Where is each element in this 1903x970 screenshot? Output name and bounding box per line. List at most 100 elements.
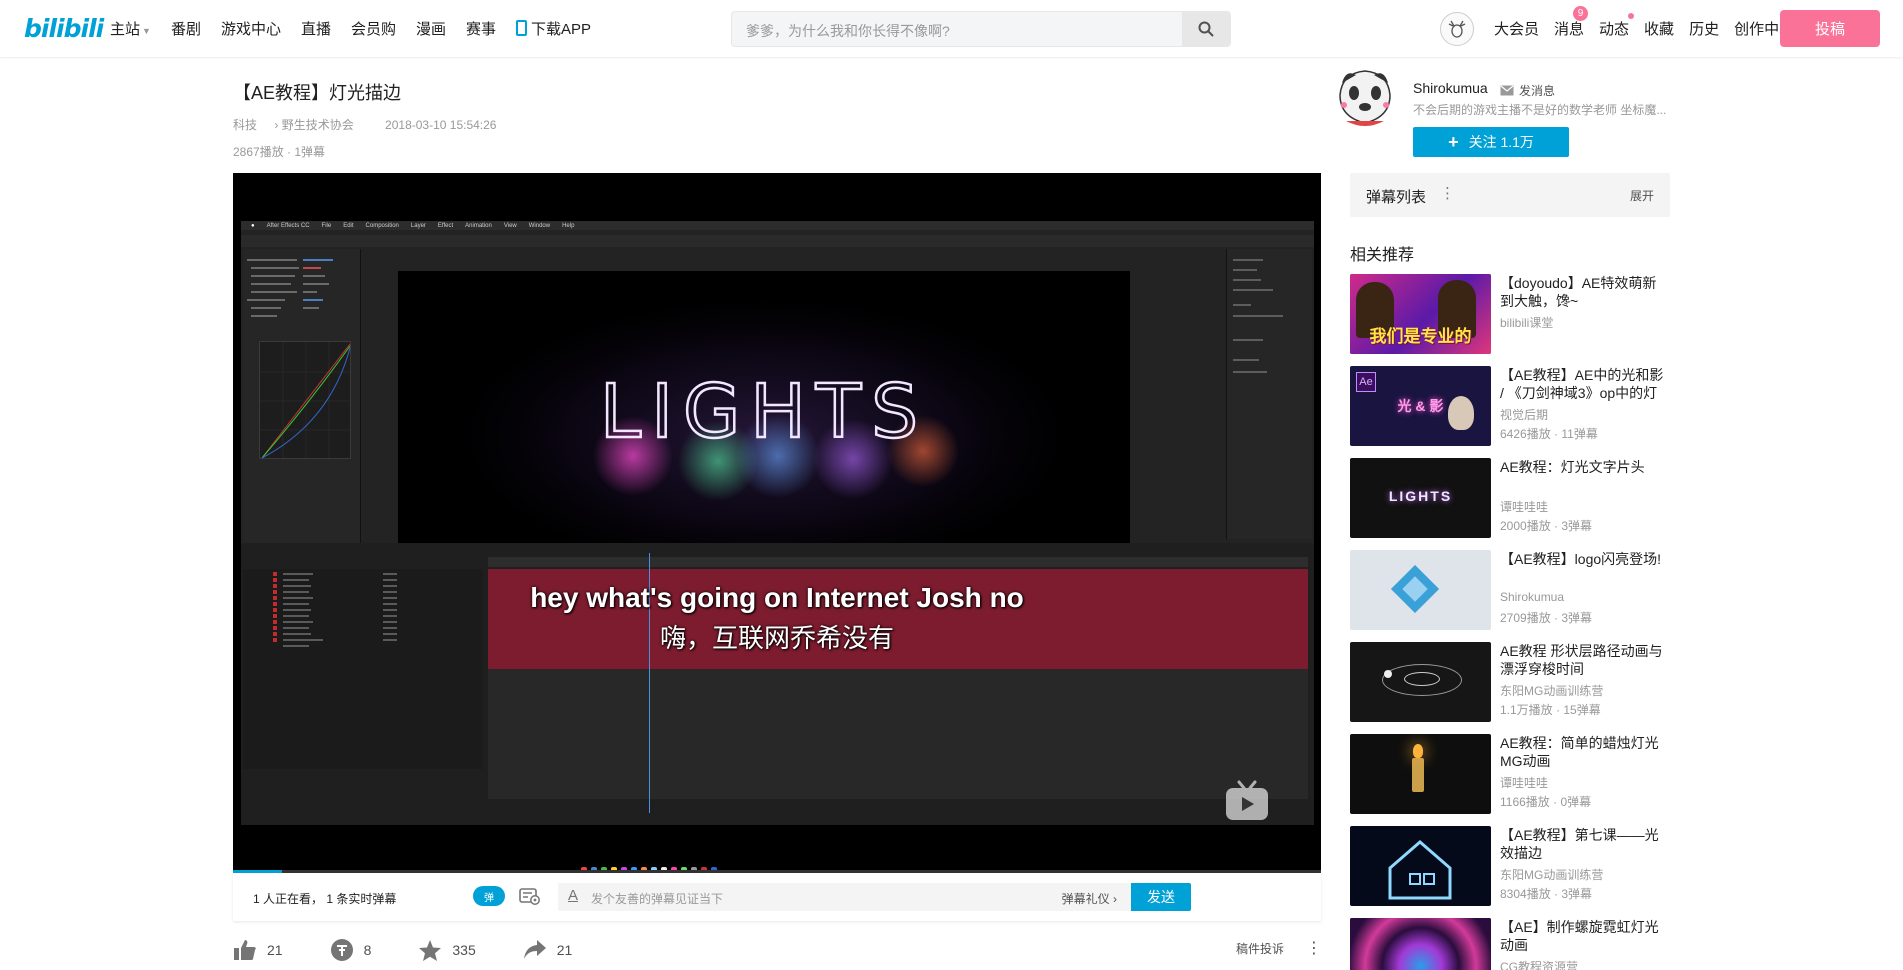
follow-button[interactable]: + 关注 1.1万 bbox=[1413, 127, 1569, 157]
related-video-thumbnail[interactable]: Ae 光 & 影 bbox=[1350, 366, 1491, 446]
report-link[interactable]: 稿件投诉 bbox=[1236, 940, 1284, 957]
search-input[interactable]: 爹爹，为什么我和你长得不像啊? bbox=[746, 21, 950, 41]
related-video-stats: 6426播放 · 11弹幕 bbox=[1500, 427, 1598, 441]
related-video-thumbnail[interactable]: LIGHTS bbox=[1350, 458, 1491, 538]
related-video-title[interactable]: 【AE教程】第七课——光效描边 bbox=[1500, 826, 1670, 862]
nav-game-center[interactable]: 游戏中心 bbox=[221, 18, 281, 39]
bilibili-tv-icon bbox=[1226, 780, 1268, 820]
related-video-uploader[interactable]: 东阳MG动画训练营 bbox=[1500, 682, 1603, 699]
uploader-name[interactable]: Shirokumua bbox=[1413, 80, 1488, 96]
nav-manga[interactable]: 漫画 bbox=[416, 18, 446, 39]
nav-main-site[interactable]: 主站 ▼ bbox=[110, 18, 151, 39]
uploader-avatar[interactable] bbox=[1332, 65, 1398, 131]
video-title: 【AE教程】灯光描边 bbox=[233, 83, 402, 103]
search-icon bbox=[1198, 21, 1214, 37]
video-stats: 2867播放 · 1弹幕 bbox=[233, 145, 326, 159]
related-video-thumbnail[interactable] bbox=[1350, 642, 1491, 722]
related-video-item[interactable]: AE教程 形状层路径动画与漂浮穿梭时间 东阳MG动画训练营 1.1万播放 · 15弹… bbox=[1350, 642, 1670, 734]
nav-live[interactable]: 直播 bbox=[301, 18, 331, 39]
favorite-button[interactable]: 335 bbox=[418, 939, 476, 962]
nav-favorites[interactable]: 收藏 bbox=[1644, 18, 1674, 39]
phone-icon bbox=[516, 20, 528, 36]
dynamics-dot bbox=[1628, 13, 1635, 19]
nav-download-app[interactable]: 下载APP bbox=[516, 18, 591, 39]
ae-timeline-empty bbox=[488, 669, 1308, 799]
related-section-title: 相关推荐 bbox=[1350, 247, 1415, 264]
related-video-uploader[interactable]: 谭哇哇哇 bbox=[1500, 498, 1548, 515]
kebab-menu-icon[interactable]: ⋮ bbox=[1440, 184, 1455, 202]
follow-label: 关注 1.1万 bbox=[1468, 134, 1534, 150]
danmaku-bar: 1 人正在看， 1 条实时弹幕 弹 A 发个友善的弹幕见证当下 弹幕礼仪 › 发… bbox=[233, 873, 1321, 921]
related-video-thumbnail[interactable] bbox=[1350, 826, 1491, 906]
related-video-item[interactable]: LIGHTS AE教程：灯光文字片头 谭哇哇哇 2000播放 · 3弹幕 bbox=[1350, 458, 1670, 550]
related-video-item[interactable]: 我们是专业的 【doyoudo】AE特效萌新到大触，馋~ bilibili课堂 bbox=[1350, 274, 1670, 366]
ae-menubar: ● After Effects CC File Edit Composition Laye… bbox=[241, 221, 1314, 230]
related-video-item[interactable]: 【AE教程】第七课——光效描边 东阳MG动画训练营 8304播放 · 3弹幕 bbox=[1350, 826, 1670, 918]
search-box: 爹爹，为什么我和你长得不像啊? bbox=[731, 11, 1231, 47]
search-button[interactable] bbox=[1182, 12, 1230, 46]
related-video-item[interactable]: 【AE】制作螺旋霓虹灯光动画 CG教程资源营 bbox=[1350, 918, 1670, 970]
related-video-title[interactable]: AE教程 形状层路径动画与漂浮穿梭时间 bbox=[1500, 642, 1670, 678]
danmaku-toggle[interactable]: 弹 bbox=[473, 886, 505, 906]
danmaku-list-title: 弹幕列表 bbox=[1366, 189, 1427, 206]
danmaku-input[interactable]: A 发个友善的弹幕见证当下 弹幕礼仪 › bbox=[558, 883, 1131, 911]
related-video-title[interactable]: 【AE】制作螺旋霓虹灯光动画 bbox=[1500, 918, 1670, 954]
video-player[interactable]: ● After Effects CC File Edit Composition Laye… bbox=[233, 173, 1321, 873]
coin-button[interactable]: 8 bbox=[330, 938, 372, 962]
related-video-stats: 1166播放 · 0弹幕 bbox=[1500, 795, 1592, 809]
font-style-icon[interactable]: A bbox=[568, 887, 578, 904]
related-video-title[interactable]: 【AE教程】AE中的光和影 / 《刀剑神域3》op中的灯 bbox=[1500, 366, 1670, 402]
coin-count: 8 bbox=[363, 942, 372, 958]
ae-right-panel bbox=[1226, 249, 1312, 539]
related-video-uploader[interactable]: bilibili课堂 bbox=[1500, 314, 1553, 331]
danmaku-list-header[interactable]: 弹幕列表 ⋮ 展开 bbox=[1350, 173, 1670, 217]
nav-dynamics[interactable]: 动态 bbox=[1599, 13, 1635, 39]
breadcrumb-category[interactable]: 科技 bbox=[233, 118, 257, 132]
related-video-item[interactable]: 【AE教程】logo闪亮登场! Shirokumua 2709播放 · 3弹幕 bbox=[1350, 550, 1670, 642]
thumbs-up-icon bbox=[234, 940, 256, 960]
danmaku-etiquette-link[interactable]: 弹幕礼仪 › bbox=[1062, 890, 1117, 907]
danmaku-settings-icon[interactable] bbox=[519, 886, 541, 906]
share-arrow-icon bbox=[523, 940, 546, 959]
subtitle-english: hey what's going on Internet Josh no bbox=[530, 582, 1024, 613]
like-button[interactable]: 21 bbox=[233, 939, 283, 961]
send-message-link[interactable]: 发消息 bbox=[1500, 82, 1555, 99]
related-video-thumbnail[interactable]: 我们是专业的 bbox=[1350, 274, 1491, 354]
thumbnail-text: 光 & 影 bbox=[1397, 398, 1444, 414]
breadcrumb-subcategory[interactable]: 野生技术协会 bbox=[282, 118, 354, 132]
related-video-uploader[interactable]: 东阳MG动画训练营 bbox=[1500, 866, 1603, 883]
more-options-icon[interactable]: ⋮ bbox=[1306, 938, 1322, 958]
upload-button[interactable]: 投稿 bbox=[1780, 10, 1880, 47]
top-navbar: bilibili 主站 ▼ 番剧 游戏中心 直播 会员购 漫画 赛事 下载APP … bbox=[0, 0, 1903, 57]
related-video-uploader[interactable]: 谭哇哇哇 bbox=[1500, 774, 1548, 791]
nav-shop[interactable]: 会员购 bbox=[351, 18, 396, 39]
danmaku-list-expand[interactable]: 展开 bbox=[1630, 187, 1654, 204]
related-video-thumbnail[interactable] bbox=[1350, 734, 1491, 814]
related-video-uploader[interactable]: CG教程资源营 bbox=[1500, 958, 1578, 970]
related-list: 我们是专业的 【doyoudo】AE特效萌新到大触，馋~ bilibili课堂 Ae 光… bbox=[1350, 274, 1670, 970]
nav-messages[interactable]: 消息 9 bbox=[1554, 6, 1589, 39]
thumbnail-text: 我们是专业的 bbox=[1369, 327, 1472, 346]
nav-esports[interactable]: 赛事 bbox=[466, 18, 496, 39]
nav-history[interactable]: 历史 bbox=[1689, 18, 1719, 39]
related-video-uploader[interactable]: 视觉后期 bbox=[1500, 406, 1548, 423]
uploader-description: 不会后期的游戏主播不是好的数学老师 坐标魔... bbox=[1413, 103, 1667, 117]
mail-icon bbox=[1500, 85, 1514, 96]
share-button[interactable]: 21 bbox=[523, 939, 573, 961]
related-video-title[interactable]: 【doyoudo】AE特效萌新到大触，馋~ bbox=[1500, 274, 1670, 310]
related-video-item[interactable]: AE教程：简单的蜡烛灯光MG动画谭哇哇哇 1166播放 · 0弹幕 bbox=[1350, 734, 1670, 826]
danmaku-send-button[interactable]: 发送 bbox=[1131, 883, 1191, 911]
related-video-uploader[interactable]: Shirokumua bbox=[1500, 590, 1564, 604]
related-video-thumbnail[interactable] bbox=[1350, 550, 1491, 630]
related-video-thumbnail[interactable] bbox=[1350, 918, 1491, 970]
dynamics-label: 动态 bbox=[1599, 21, 1630, 38]
nav-anime[interactable]: 番剧 bbox=[171, 18, 201, 39]
related-video-title[interactable]: AE教程：灯光文字片头 bbox=[1500, 458, 1670, 476]
share-count: 21 bbox=[556, 942, 573, 958]
bilibili-logo[interactable]: bilibili bbox=[24, 14, 104, 43]
related-video-title[interactable]: AE教程：简单的蜡烛灯光MG动画 bbox=[1500, 734, 1670, 770]
related-video-title[interactable]: 【AE教程】logo闪亮登场! bbox=[1500, 550, 1670, 568]
related-video-item[interactable]: Ae 光 & 影【AE教程】AE中的光和影 / 《刀剑神域3》op中的灯视觉后期 6… bbox=[1350, 366, 1670, 458]
user-avatar[interactable] bbox=[1440, 11, 1474, 46]
nav-vip[interactable]: 大会员 bbox=[1494, 18, 1539, 39]
